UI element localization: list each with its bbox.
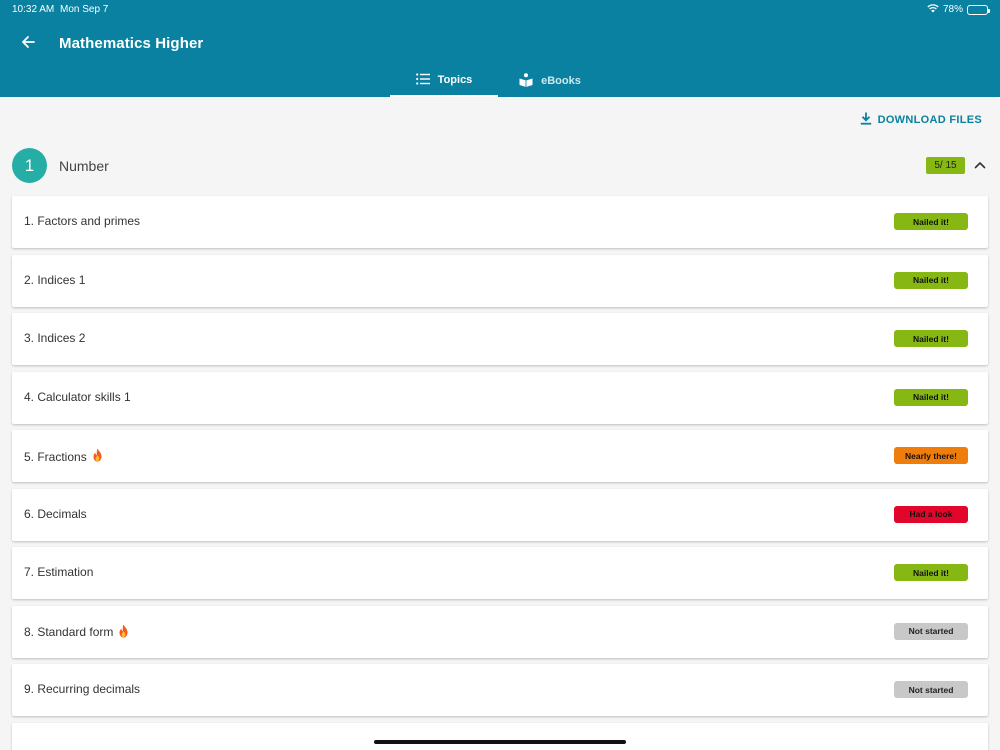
tab-topics-label: Topics <box>437 74 473 86</box>
topic-title: 4. Calculator skills 1 <box>24 389 131 404</box>
topic-label: 6. Decimals <box>24 507 87 521</box>
topic-row[interactable]: 3. Indices 2 Nailed it! <box>12 313 988 365</box>
topic-row[interactable]: 8. Standard form Not started <box>12 605 988 658</box>
topic-title: 5. Fractions <box>24 449 87 464</box>
section-title: Number <box>59 158 109 174</box>
wifi-icon <box>927 3 939 16</box>
topic-row[interactable]: 5. Fractions Nearly there! <box>12 430 988 482</box>
status-badge: Not started <box>894 622 968 640</box>
status-bar: 10:32 AM Mon Sep 7 78% <box>0 0 1000 18</box>
topic-label: 1. Factors and primes <box>24 214 140 228</box>
topic-row[interactable]: 1. Factors and primes Nailed it! <box>12 196 988 248</box>
status-badge: Nailed it! <box>894 271 968 289</box>
topic-row[interactable] <box>12 722 988 750</box>
chevron-up-icon[interactable] <box>972 157 988 173</box>
topic-title: 3. Indices 2 <box>24 331 86 345</box>
topic-label: 8. Standard form <box>24 624 130 641</box>
topic-label: 5. Fractions <box>24 448 104 465</box>
topic-row[interactable]: 9. Recurring decimals Not started <box>12 664 988 716</box>
page-title: Mathematics Higher <box>59 35 204 52</box>
section-header[interactable]: 1 Number 5/ 15 <box>12 148 988 184</box>
download-files-label: DOWNLOAD FILES <box>877 114 982 126</box>
home-indicator <box>374 740 626 744</box>
topic-title: 6. Decimals <box>24 506 87 521</box>
topic-label: 4. Calculator skills 1 <box>24 390 131 404</box>
topic-row[interactable]: 6. Decimals Had a look <box>12 488 988 541</box>
battery-percent: 78% <box>942 4 963 15</box>
topic-title: 8. Standard form <box>24 625 114 639</box>
arrow-left-icon <box>20 34 36 55</box>
app-header: 10:32 AM Mon Sep 7 78% Mathematics Highe… <box>0 0 1000 97</box>
status-badge: Nailed it! <box>894 564 968 581</box>
topic-row[interactable]: 4. Calculator skills 1 Nailed it! <box>12 371 988 424</box>
status-indicators: 78% <box>927 3 990 16</box>
status-badge: Nailed it! <box>894 213 968 230</box>
topic-label: 2. Indices 1 <box>24 273 85 287</box>
topic-label: 3. Indices 2 <box>24 331 85 345</box>
section-progress-badge: 5/ 15 <box>926 157 965 174</box>
status-badge: Nailed it! <box>894 330 968 347</box>
status-badge: Not started <box>894 681 968 698</box>
flame-icon <box>91 448 104 465</box>
status-date: Mon Sep 7 <box>60 4 109 15</box>
flame-icon <box>117 624 130 641</box>
status-badge: Nearly there! <box>894 447 968 464</box>
status-badge: Nailed it! <box>894 388 968 406</box>
back-button[interactable] <box>18 34 38 54</box>
status-time: 10:32 AM <box>12 4 55 15</box>
download-files-button[interactable]: DOWNLOAD FILES <box>860 112 982 128</box>
tab-ebooks-label: eBooks <box>541 75 581 87</box>
battery-icon <box>967 4 990 15</box>
topic-title: 1. Factors and primes <box>24 214 141 228</box>
topic-row[interactable]: 2. Indices 1 Nailed it! <box>12 254 988 307</box>
topic-title: 2. Indices 1 <box>24 272 86 287</box>
topic-title: 9. Recurring decimals <box>24 682 141 696</box>
book-reader-icon <box>519 72 533 90</box>
topic-title: 7. Estimation <box>24 565 94 579</box>
section-number: 1 <box>12 148 47 183</box>
topic-list: 1. Factors and primes Nailed it! 2. Indice… <box>12 196 988 750</box>
list-icon <box>415 72 430 88</box>
tab-ebooks[interactable]: eBooks <box>500 65 600 97</box>
tab-bar: Topics eBooks <box>0 65 1000 97</box>
topic-label: 9. Recurring decimals <box>24 682 140 696</box>
status-badge: Had a look <box>894 505 968 523</box>
topic-row[interactable]: 7. Estimation Nailed it! <box>12 547 988 599</box>
tab-topics[interactable]: Topics <box>390 65 498 97</box>
download-icon <box>860 112 872 128</box>
topic-label: 7. Estimation <box>24 565 93 579</box>
